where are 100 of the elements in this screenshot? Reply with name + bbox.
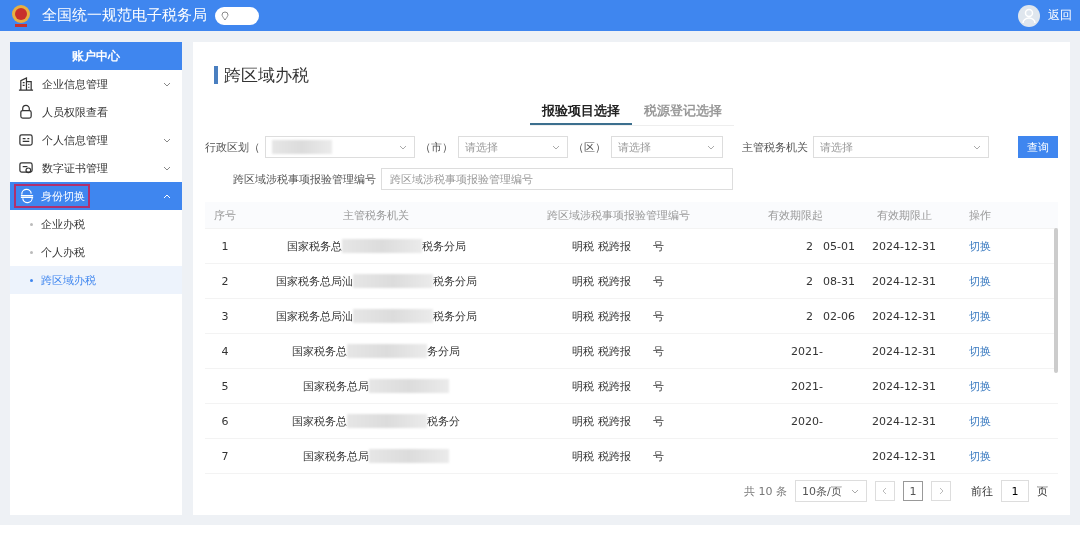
district-select[interactable]: 请选择 — [611, 136, 723, 158]
column-header: 序号 — [213, 207, 237, 223]
table-cell: 国家税务总局汕 — [275, 308, 353, 324]
table-cell: 号 — [652, 413, 664, 429]
table-cell: 08-31 — [823, 274, 855, 288]
table-cell: 税务分局 — [432, 273, 477, 289]
table-cell: 2020- — [791, 414, 823, 428]
table-cell-text: 5 — [220, 379, 230, 393]
sidebar-subitem[interactable]: 跨区域办税 — [10, 266, 182, 294]
table-cell-text: 2024-12-31 — [871, 379, 937, 393]
region-select[interactable] — [265, 136, 415, 158]
table-cell: 号 — [652, 378, 664, 394]
table-cell: 国家税务总局 — [303, 448, 369, 464]
number-input[interactable]: 跨区域涉税事项报验管理编号 — [381, 168, 733, 190]
table-cell: 号 — [652, 273, 664, 289]
table-cell-text: 1 — [220, 239, 230, 253]
table-cell: 国家税务总 — [292, 343, 347, 359]
scrollbar[interactable] — [1054, 228, 1058, 373]
avatar-icon[interactable] — [1018, 4, 1040, 27]
site-title: 全国统一规范电子税务局 — [42, 6, 207, 25]
table-cell: 明税 税跨报 — [572, 238, 631, 254]
switch-link[interactable]: 切换 — [969, 413, 991, 429]
column-header: 有效期限止 — [875, 207, 933, 223]
table-cell: 明税 税跨报 — [572, 343, 631, 359]
field-label: 跨区域涉税事项报验管理编号 — [233, 171, 376, 187]
table-cell-text: 2024-12-31 — [871, 309, 937, 323]
table-cell: 明税 税跨报 — [572, 308, 631, 324]
table-cell: 国家税务总局汕 — [275, 273, 353, 289]
sidebar-title: 账户中心 — [10, 42, 182, 70]
switch-link[interactable]: 切换 — [969, 238, 991, 254]
switch-link[interactable]: 切换 — [969, 343, 991, 359]
table-cell: 号 — [652, 448, 664, 464]
table-cell-text: 7 — [220, 449, 230, 463]
total-count: 共 10 条 — [744, 483, 787, 499]
table-cell: 明税 税跨报 — [572, 378, 631, 394]
chevron-left-icon — [882, 487, 888, 495]
table-cell: 号 — [652, 308, 664, 324]
table-cell: 02-06 — [823, 309, 855, 323]
table-cell-text: 6 — [220, 414, 230, 428]
chevron-right-icon — [938, 487, 944, 495]
prev-page-button[interactable] — [875, 481, 895, 501]
goto-label: 前往 — [971, 483, 993, 499]
table-cell: 国家税务总 — [286, 238, 342, 254]
back-link[interactable]: 返回 — [1048, 7, 1072, 24]
page-size-select[interactable]: 10条/页 — [795, 480, 867, 502]
table-cell-text: 2024-12-31 — [871, 449, 937, 463]
city-select[interactable]: 请选择 — [458, 136, 568, 158]
page-input[interactable]: 1 — [1001, 480, 1029, 502]
table-cell: 2 — [806, 274, 814, 288]
page-title: 跨区域办税 — [214, 66, 309, 84]
building-icon — [18, 76, 34, 92]
table-cell: 国家税务总 — [292, 413, 347, 429]
column-header: 有效期限起 — [766, 207, 824, 223]
table-cell: 2021- — [791, 379, 823, 393]
table-cell-text: 2 — [220, 274, 230, 288]
switch-link[interactable]: 切换 — [969, 378, 991, 394]
field-label: 行政区划（ — [205, 139, 260, 155]
table-cell-text: 2024-12-31 — [871, 274, 937, 288]
table-cell: 国家税务总局 — [303, 378, 369, 394]
tab[interactable]: 税源登记选择 — [631, 102, 734, 125]
table-cell: 明税 税跨报 — [572, 448, 631, 464]
table-cell: 税务分 — [427, 413, 460, 429]
table-cell: 税务分局 — [421, 238, 466, 254]
column-header: 主管税务机关 — [342, 207, 410, 223]
cert-icon — [18, 160, 34, 176]
table-cell: 2 — [806, 239, 814, 253]
column-header: 操作 — [968, 207, 992, 223]
page-button[interactable]: 1 — [903, 481, 923, 501]
table-cell: 2 — [806, 309, 814, 323]
table-cell: 05-01 — [823, 239, 855, 253]
field-label: （区） — [573, 139, 606, 155]
table-cell: 务分局 — [427, 343, 460, 359]
field-label: （市） — [420, 139, 453, 155]
next-page-button[interactable] — [931, 481, 951, 501]
authority-select[interactable]: 请选择 — [813, 136, 989, 158]
page-unit: 页 — [1037, 483, 1048, 499]
query-button[interactable]: 查询 — [1018, 136, 1058, 158]
switch-link[interactable]: 切换 — [969, 273, 991, 289]
table-cell: 明税 税跨报 — [572, 273, 631, 289]
table-cell: 号 — [652, 238, 664, 254]
switch-link[interactable]: 切换 — [969, 448, 991, 464]
sidebar-item[interactable]: 身份切换 — [10, 182, 182, 210]
location-pill[interactable] — [215, 6, 259, 25]
table-cell-text: 3 — [220, 309, 230, 323]
table-cell-text: 2024-12-31 — [871, 344, 937, 358]
table-cell: 号 — [652, 343, 664, 359]
table-cell: 税务分局 — [432, 308, 477, 324]
swap-icon — [19, 188, 35, 204]
tab[interactable]: 报验项目选择 — [529, 102, 632, 125]
column-header: 跨区域涉税事项报验管理编号 — [545, 207, 691, 223]
table-cell: 明税 税跨报 — [572, 413, 631, 429]
table-cell: 2021- — [791, 344, 823, 358]
field-label: 主管税务机关 — [742, 139, 808, 155]
switch-link[interactable]: 切换 — [969, 308, 991, 324]
table-cell-text: 2024-12-31 — [871, 239, 937, 253]
location-icon — [221, 10, 229, 21]
table-cell-text: 2024-12-31 — [871, 414, 937, 428]
card-icon — [18, 132, 34, 148]
lock-icon — [18, 104, 34, 120]
table-cell-text: 4 — [220, 344, 230, 358]
